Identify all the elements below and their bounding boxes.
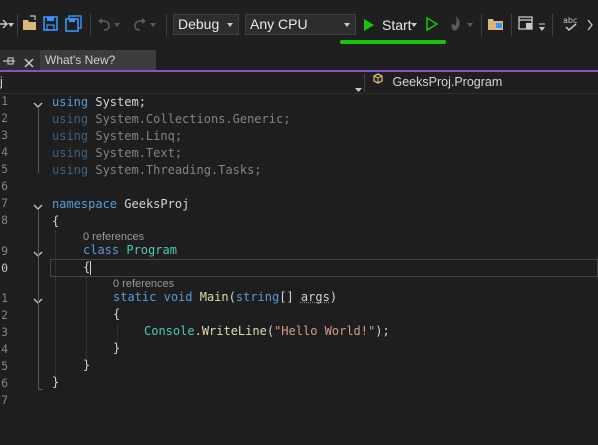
code-line-using: using System; [52, 95, 146, 109]
code-line-using: using System.Threading.Tasks; [52, 163, 262, 177]
redo-dropdown-icon[interactable] [150, 22, 156, 28]
outline-bar [38, 107, 39, 173]
toolbar-separator [511, 14, 512, 36]
line-number: 9 [1, 244, 8, 258]
start-button-label: Start [382, 16, 412, 33]
navigate-forward-icon[interactable] [0, 15, 8, 33]
outline-bar [38, 209, 39, 389]
line-number: 6 [1, 179, 8, 193]
solution-configuration-value: Debug [178, 16, 220, 32]
toolbar-separator [17, 14, 18, 36]
type-dropdown-value: GeeksProj.Program [392, 75, 503, 89]
line-number: 3 [1, 128, 8, 142]
close-tab-icon[interactable] [24, 55, 34, 68]
code-line-brace: } [83, 358, 91, 372]
text-cursor [90, 261, 91, 275]
line-number: 5 [1, 162, 8, 176]
class-icon [371, 72, 385, 93]
toolbar-separator [90, 14, 91, 36]
chevron-down-icon [355, 80, 362, 92]
chevron-down-icon [227, 23, 233, 27]
line-number: 2 [1, 111, 8, 125]
hot-reload-dropdown-icon[interactable] [467, 22, 473, 28]
code-line-brace: } [52, 375, 60, 389]
code-line-class: class Program [83, 243, 177, 257]
code-line-brace: } [113, 341, 121, 355]
outline-bar [38, 389, 43, 390]
indent-guide [86, 277, 87, 359]
collapse-chevron-icon[interactable] [33, 199, 43, 210]
project-dropdown-value: j [0, 75, 3, 89]
line-number: 5 [1, 359, 8, 373]
toolbar: Debug Any CPU Start abc [0, 0, 598, 50]
navigation-bar: j GeeksProj.Program [0, 72, 598, 94]
line-number: 4 [1, 342, 8, 356]
document-tab-bar: What's New? [0, 50, 598, 70]
collapse-chevron-icon[interactable] [33, 97, 43, 108]
line-number: 3 [1, 325, 8, 339]
code-line-using: using System.Linq; [52, 129, 183, 143]
current-line-highlight [50, 259, 598, 277]
toolbar-separator [166, 14, 167, 36]
save-all-icon[interactable] [64, 15, 84, 33]
code-line-method: static void Main(string[] args) [113, 290, 338, 304]
start-dropdown-icon[interactable] [411, 22, 417, 28]
start-highlight-underline [340, 40, 446, 44]
code-line-brace: { [113, 307, 121, 321]
toolbar-separator [552, 14, 553, 36]
code-line-using: using System.Text; [52, 146, 183, 160]
project-dropdown[interactable]: j [0, 72, 364, 93]
tab-program-cs[interactable] [0, 50, 40, 70]
code-line-statement: Console.WriteLine("Hello World!"); [144, 324, 390, 338]
spell-check-icon[interactable]: abc [562, 14, 580, 34]
code-line-brace: { [52, 214, 60, 228]
more-icon[interactable] [586, 18, 596, 32]
toolbar-separator [481, 14, 482, 36]
dropdown-arrow-icon[interactable] [8, 22, 14, 28]
line-number: 1 [1, 94, 8, 108]
solution-platform-value: Any CPU [250, 16, 308, 32]
line-number: 7 [1, 393, 8, 407]
line-number: 2 [1, 308, 8, 322]
undo-icon[interactable] [96, 15, 112, 33]
save-icon[interactable] [42, 15, 60, 33]
play-icon [364, 18, 374, 31]
redo-icon[interactable] [132, 15, 148, 33]
solution-platform-dropdown[interactable]: Any CPU [245, 14, 356, 35]
window-layout-icon[interactable] [517, 15, 535, 33]
code-editor[interactable]: 1 2 3 4 5 6 7 8 9 0 1 2 3 4 5 6 7 using … [0, 94, 598, 445]
line-number: 7 [1, 196, 8, 210]
tab-whats-new-label: What's New? [45, 53, 116, 67]
line-number: 1 [1, 291, 8, 305]
code-line-namespace: namespace GeeksProj [52, 197, 190, 211]
line-number: 6 [1, 376, 8, 390]
svg-text:abc: abc [563, 16, 577, 25]
line-number: 8 [1, 213, 8, 227]
tab-whats-new[interactable]: What's New? [40, 50, 156, 70]
code-line-using: using System.Collections.Generic; [52, 112, 291, 126]
line-number-current: 0 [1, 261, 8, 275]
pin-icon[interactable] [3, 54, 17, 66]
undo-dropdown-icon[interactable] [114, 22, 120, 28]
open-file-icon[interactable] [21, 15, 39, 33]
layout-dropdown-icon[interactable] [538, 22, 546, 32]
hot-reload-icon[interactable] [447, 14, 465, 34]
type-dropdown[interactable]: GeeksProj.Program [365, 72, 502, 93]
chevron-down-icon [344, 23, 350, 27]
solution-configuration-dropdown[interactable]: Debug [173, 14, 239, 35]
start-without-debugging-icon[interactable] [425, 16, 439, 32]
line-number: 4 [1, 145, 8, 159]
folder-icon[interactable] [487, 15, 505, 33]
indent-guide [55, 230, 56, 376]
